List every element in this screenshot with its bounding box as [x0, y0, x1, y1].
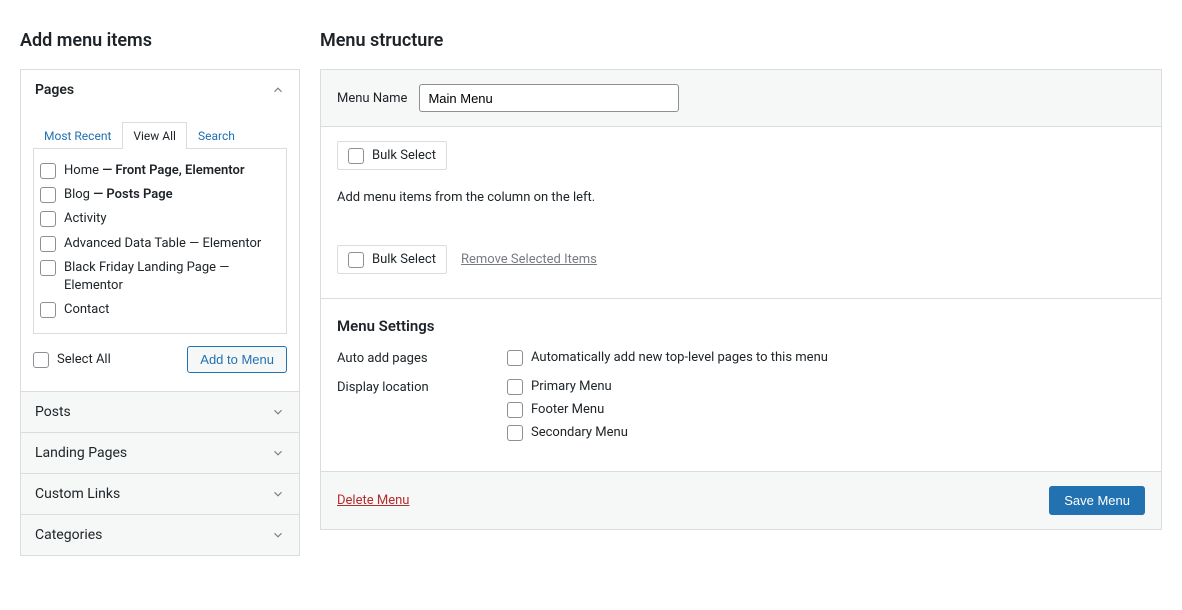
location-primary-text: Primary Menu: [531, 379, 612, 394]
auto-add-options: Automatically add new top-level pages to…: [507, 349, 828, 372]
list-item: Contact: [40, 298, 280, 322]
menu-footer: Delete Menu Save Menu: [321, 471, 1161, 529]
accordion-header-categories[interactable]: Categories: [21, 515, 299, 555]
caret-down-icon: [271, 405, 285, 419]
page-checkbox[interactable]: [40, 163, 56, 179]
accordion-item-landing-pages: Landing Pages: [21, 432, 299, 473]
location-footer[interactable]: Footer Menu: [507, 401, 628, 418]
accordion-title-categories: Categories: [35, 527, 102, 543]
accordion-title-landing-pages: Landing Pages: [35, 445, 127, 461]
list-item: Advanced Data Table — Elementor: [40, 232, 280, 256]
location-footer-checkbox[interactable]: [507, 402, 523, 418]
tab-most-recent[interactable]: Most Recent: [33, 122, 122, 149]
accordion: Pages Most Recent View All Search: [20, 69, 300, 556]
add-menu-items-heading: Add menu items: [20, 30, 300, 51]
menu-name-row: Menu Name: [321, 70, 1161, 127]
accordion-header-custom-links[interactable]: Custom Links: [21, 474, 299, 514]
add-to-menu-button[interactable]: Add to Menu: [187, 346, 287, 373]
save-menu-button[interactable]: Save Menu: [1049, 486, 1145, 515]
menu-structure-heading: Menu structure: [320, 30, 1162, 51]
tab-search[interactable]: Search: [187, 122, 246, 149]
bulk-select-bottom: Bulk Select Remove Selected Items: [337, 245, 1145, 274]
display-location-row: Display location Primary Menu Footer Men…: [337, 378, 1145, 447]
menu-name-input[interactable]: [419, 84, 679, 112]
page-label: Activity: [64, 210, 280, 228]
bulk-select-top-checkbox[interactable]: [348, 148, 364, 164]
accordion-title-posts: Posts: [35, 404, 71, 420]
select-all-label[interactable]: Select All: [33, 351, 111, 368]
page-label: Black Friday Landing Page — Elementor: [64, 259, 280, 295]
caret-down-icon: [271, 446, 285, 460]
auto-add-row: Auto add pages Automatically add new top…: [337, 349, 1145, 372]
bulk-select-bottom-checkbox[interactable]: [348, 252, 364, 268]
add-menu-items-column: Add menu items Pages Most Recent View Al…: [20, 20, 300, 556]
bulk-select-top: Bulk Select: [337, 141, 1145, 170]
accordion-header-pages[interactable]: Pages: [21, 70, 299, 110]
auto-add-text: Automatically add new top-level pages to…: [531, 350, 828, 365]
tab-view-all[interactable]: View All: [122, 122, 187, 149]
accordion-title-custom-links: Custom Links: [35, 486, 120, 502]
caret-up-icon: [271, 83, 285, 97]
display-location-label: Display location: [337, 378, 467, 447]
location-secondary[interactable]: Secondary Menu: [507, 424, 628, 441]
page-label: Contact: [64, 301, 280, 319]
select-all-text: Select All: [57, 352, 111, 367]
page-label: Blog — Posts Page: [64, 186, 280, 204]
select-all-checkbox[interactable]: [33, 352, 49, 368]
location-primary[interactable]: Primary Menu: [507, 378, 628, 395]
accordion-item-posts: Posts: [21, 391, 299, 432]
caret-down-icon: [271, 487, 285, 501]
location-secondary-checkbox[interactable]: [507, 425, 523, 441]
location-secondary-text: Secondary Menu: [531, 425, 628, 440]
location-primary-checkbox[interactable]: [507, 379, 523, 395]
accordion-item-custom-links: Custom Links: [21, 473, 299, 514]
auto-add-option[interactable]: Automatically add new top-level pages to…: [507, 349, 828, 366]
accordion-item-pages: Pages Most Recent View All Search: [21, 70, 299, 391]
bulk-select-bottom-text: Bulk Select: [372, 252, 436, 267]
list-item: Black Friday Landing Page — Elementor: [40, 256, 280, 298]
page-checkbox[interactable]: [40, 236, 56, 252]
page-label: Home — Front Page, Elementor: [64, 162, 280, 180]
location-footer-text: Footer Menu: [531, 402, 604, 417]
empty-menu-hint: Add menu items from the column on the le…: [337, 190, 1145, 205]
list-item: Home — Front Page, Elementor: [40, 159, 280, 183]
auto-add-label: Auto add pages: [337, 349, 467, 372]
menu-name-label: Menu Name: [337, 91, 407, 106]
select-all-row: Select All Add to Menu: [33, 334, 287, 379]
menu-panel: Menu Name Bulk Select Add menu items fro…: [320, 69, 1162, 530]
page-label: Advanced Data Table — Elementor: [64, 235, 280, 253]
menu-body: Bulk Select Add menu items from the colu…: [321, 127, 1161, 471]
list-item: Blog — Posts Page: [40, 183, 280, 207]
menu-settings-section: Menu Settings Auto add pages Automatical…: [321, 298, 1161, 457]
bulk-select-bottom-label[interactable]: Bulk Select: [337, 245, 447, 274]
page-checkbox[interactable]: [40, 211, 56, 227]
display-location-options: Primary Menu Footer Menu Secondary Menu: [507, 378, 628, 447]
page-checkbox[interactable]: [40, 187, 56, 203]
accordion-item-categories: Categories: [21, 514, 299, 555]
accordion-title-pages: Pages: [35, 82, 74, 98]
bulk-select-top-text: Bulk Select: [372, 148, 436, 163]
menu-structure-column: Menu structure Menu Name Bulk Select Add…: [320, 20, 1162, 556]
remove-selected-link[interactable]: Remove Selected Items: [461, 252, 597, 267]
caret-down-icon: [271, 528, 285, 542]
pages-tabs: Most Recent View All Search: [33, 122, 287, 149]
page-checkbox[interactable]: [40, 302, 56, 318]
menu-settings-heading: Menu Settings: [337, 317, 1145, 335]
pages-list[interactable]: Home — Front Page, Elementor Blog — Post…: [33, 149, 287, 334]
auto-add-checkbox[interactable]: [507, 350, 523, 366]
accordion-body-pages: Most Recent View All Search Home — Front…: [21, 110, 299, 391]
bulk-select-top-label[interactable]: Bulk Select: [337, 141, 447, 170]
accordion-header-posts[interactable]: Posts: [21, 392, 299, 432]
accordion-header-landing-pages[interactable]: Landing Pages: [21, 433, 299, 473]
list-item: Activity: [40, 207, 280, 231]
page-checkbox[interactable]: [40, 260, 56, 276]
delete-menu-link[interactable]: Delete Menu: [337, 493, 409, 508]
